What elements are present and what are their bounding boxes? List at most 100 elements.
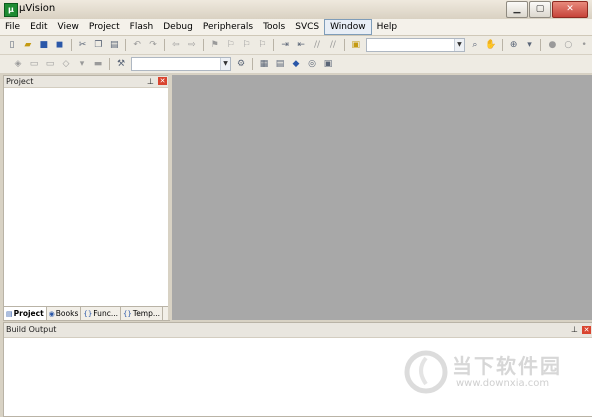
bookmark-clear-icon[interactable]: ⚐ — [255, 39, 269, 52]
breakpoint-icon[interactable]: ● — [545, 39, 559, 52]
close-icon[interactable]: ✕ — [582, 326, 591, 334]
toolbar-separator — [501, 39, 503, 51]
menu-file[interactable]: File — [0, 20, 25, 34]
rebuild-icon[interactable]: ▭ — [43, 58, 57, 71]
run-time-env-icon[interactable]: ◎ — [305, 58, 319, 71]
nav-back-icon[interactable]: ⇦ — [169, 39, 183, 52]
bookmark-next-icon[interactable]: ⚐ — [239, 39, 253, 52]
unindent-icon[interactable]: ⇤ — [294, 39, 308, 52]
save-icon[interactable]: ■ — [37, 39, 51, 52]
build-output-title: Build Output — [6, 325, 57, 334]
select-device-icon[interactable]: ◆ — [289, 58, 303, 71]
books-tab-icon: ◉ — [48, 309, 55, 318]
cut-icon[interactable]: ✂ — [76, 39, 90, 52]
download-icon[interactable]: ▬ — [91, 58, 105, 71]
debug-dropdown-icon[interactable]: ▾ — [523, 39, 537, 52]
toolbar-separator — [252, 58, 253, 70]
file-toolbar: ▯ ▰ ■ ◼ ✂ ❐ ▤ ↶ ↷ ⇦ ⇨ ⚑ ⚐ ⚐ ⚐ ⇥ ⇤ // // … — [0, 36, 592, 55]
project-panel-title: Project — [6, 77, 34, 86]
tab-functions[interactable]: {} Func... — [81, 307, 121, 320]
toolbar-separator — [540, 39, 542, 51]
window-title: µVision — [19, 3, 56, 14]
window-controls: ▁ ▢ ✕ — [505, 1, 588, 18]
chevron-down-icon[interactable]: ▼ — [220, 58, 230, 70]
indent-icon[interactable]: ⇥ — [278, 39, 292, 52]
save-all-icon[interactable]: ◼ — [53, 39, 67, 52]
file-extensions-icon[interactable]: ▦ — [257, 58, 271, 71]
toolbar-separator — [343, 39, 345, 51]
toolbar-separator — [163, 39, 165, 51]
maximize-icon[interactable]: ▢ — [529, 1, 551, 18]
menu-flash[interactable]: Flash — [125, 20, 159, 34]
bookmark-insert-icon[interactable]: ⚑ — [208, 39, 222, 52]
editor-area[interactable] — [172, 75, 592, 320]
incremental-find-icon[interactable]: ✋ — [484, 39, 498, 52]
menu-view[interactable]: View — [53, 20, 84, 34]
menu-svcs[interactable]: SVCS — [290, 20, 324, 34]
find-in-files-icon[interactable]: ▣ — [349, 39, 363, 52]
menu-peripherals[interactable]: Peripherals — [198, 20, 258, 34]
undo-icon[interactable]: ↶ — [130, 39, 144, 52]
find-combo[interactable]: ▼ — [365, 38, 465, 52]
pin-icon[interactable]: ⊥ — [571, 323, 578, 337]
project-tab-icon: ▤ — [6, 309, 13, 318]
title-bar: μ µVision ▁ ▢ ✕ — [0, 0, 592, 20]
watermark-url: www.downxia.com — [456, 378, 550, 389]
uvision-app-icon: μ — [4, 3, 18, 17]
redo-icon[interactable]: ↷ — [146, 39, 160, 52]
toolbar-separator — [125, 39, 127, 51]
menu-bar: File Edit View Project Flash Debug Perip… — [0, 19, 592, 36]
watermark-logo-icon — [404, 350, 448, 394]
tab-books[interactable]: ◉ Books — [47, 307, 82, 320]
target-combo[interactable]: ▼ — [131, 57, 231, 71]
build-output-header: Build Output ⊥ ✕ — [4, 323, 592, 338]
templates-tab-icon: {} — [122, 309, 132, 318]
manage-components-icon[interactable]: ⚙ — [234, 58, 248, 71]
build-icon[interactable]: ▭ — [27, 58, 41, 71]
pack-update-icon[interactable]: ▣ — [321, 58, 335, 71]
uncomment-icon[interactable]: // — [326, 39, 340, 52]
tab-label: Project — [13, 308, 44, 318]
watermark: 当下软件园 www.downxia.com — [404, 350, 584, 398]
project-panel-header: Project ⊥ ✕ — [4, 76, 169, 88]
menu-tools[interactable]: Tools — [258, 20, 290, 34]
comment-icon[interactable]: // — [310, 39, 324, 52]
minimize-icon[interactable]: ▁ — [506, 1, 528, 18]
nav-forward-icon[interactable]: ⇨ — [185, 39, 199, 52]
menu-edit[interactable]: Edit — [25, 20, 52, 34]
menu-debug[interactable]: Debug — [158, 20, 198, 34]
functions-tab-icon: {} — [83, 309, 93, 318]
menu-window[interactable]: Window — [324, 19, 372, 35]
batch-dropdown-icon[interactable]: ▾ — [75, 58, 89, 71]
project-panel-tabs: ▤ Project ◉ Books {} Func... {} Temp... — [4, 306, 169, 320]
close-icon[interactable]: ✕ — [552, 1, 588, 18]
breakpoint-disable-icon[interactable]: ○ — [561, 39, 575, 52]
tab-label: Books — [55, 308, 79, 318]
new-file-icon[interactable]: ▯ — [5, 39, 19, 52]
copy-icon[interactable]: ❐ — [91, 39, 105, 52]
menu-project[interactable]: Project — [84, 20, 125, 34]
watermark-brand: 当下软件园 — [452, 354, 562, 378]
chevron-down-icon[interactable]: ▼ — [453, 39, 464, 51]
toolbar-separator — [70, 39, 72, 51]
tab-project[interactable]: ▤ Project — [4, 307, 47, 320]
paste-icon[interactable]: ▤ — [107, 39, 121, 52]
close-icon[interactable]: ✕ — [158, 77, 167, 85]
tab-label: Temp... — [132, 308, 161, 318]
pin-icon[interactable]: ⊥ — [147, 76, 154, 87]
pack-installer-icon[interactable]: ▤ — [273, 58, 287, 71]
start-debug-icon[interactable]: ⊕ — [507, 39, 521, 52]
build-toolbar: ◈ ▭ ▭ ◇ ▾ ▬ ⚒ ▼ ⚙ ▦ ▤ ◆ ◎ ▣ — [0, 55, 592, 74]
target-options-icon[interactable]: ⚒ — [114, 58, 128, 71]
toolbar-separator — [109, 58, 110, 70]
tab-templates[interactable]: {} Temp... — [121, 307, 164, 320]
breakpoint-kill-icon[interactable]: • — [577, 39, 591, 52]
bookmark-prev-icon[interactable]: ⚐ — [224, 39, 238, 52]
find-icon[interactable]: ⌕ — [468, 39, 482, 52]
batch-build-icon[interactable]: ◇ — [59, 58, 73, 71]
open-folder-icon[interactable]: ▰ — [21, 39, 35, 52]
translate-icon[interactable]: ◈ — [11, 58, 25, 71]
project-panel: Project ⊥ ✕ ▤ Project ◉ Books {} Func...… — [3, 75, 170, 321]
menu-help[interactable]: Help — [372, 20, 403, 34]
project-tree[interactable] — [4, 88, 169, 306]
